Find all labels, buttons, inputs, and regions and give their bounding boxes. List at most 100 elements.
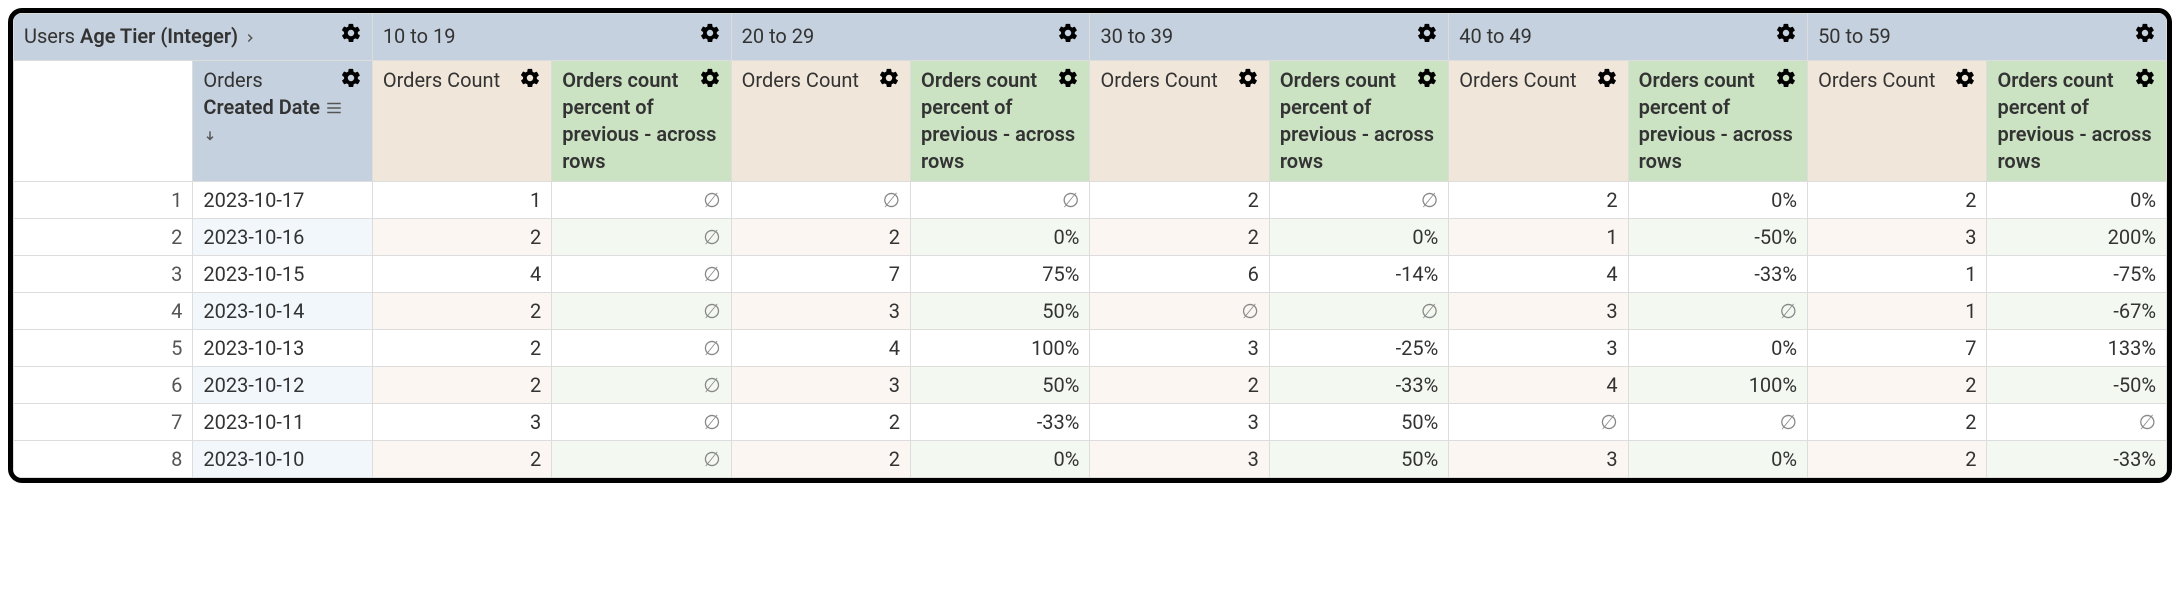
pct-cell[interactable]: -50%: [1628, 218, 1807, 255]
pivot-bucket-header-1[interactable]: 20 to 29: [731, 14, 1090, 61]
pct-cell[interactable]: 50%: [1269, 440, 1448, 477]
pct-cell[interactable]: -75%: [1987, 255, 2167, 292]
count-cell[interactable]: ∅: [731, 181, 910, 218]
gear-icon[interactable]: [340, 67, 362, 89]
date-cell[interactable]: 2023-10-15: [193, 255, 372, 292]
count-cell[interactable]: 3: [1808, 218, 1987, 255]
count-cell[interactable]: 2: [372, 329, 551, 366]
pct-cell[interactable]: 200%: [1987, 218, 2167, 255]
date-cell[interactable]: 2023-10-14: [193, 292, 372, 329]
pct-cell[interactable]: 0%: [911, 218, 1090, 255]
gear-icon[interactable]: [340, 22, 362, 44]
pct-cell[interactable]: ∅: [552, 440, 731, 477]
gear-icon[interactable]: [2134, 22, 2156, 44]
pct-cell[interactable]: 100%: [911, 329, 1090, 366]
pct-cell[interactable]: ∅: [911, 181, 1090, 218]
count-cell[interactable]: 2: [1449, 181, 1628, 218]
pct-cell[interactable]: 0%: [1628, 181, 1807, 218]
measure-pct-header-1[interactable]: Orders count percent of previous - acros…: [911, 60, 1090, 181]
pct-cell[interactable]: 50%: [911, 366, 1090, 403]
pct-cell[interactable]: ∅: [552, 218, 731, 255]
count-cell[interactable]: 2: [1808, 403, 1987, 440]
count-cell[interactable]: 2: [372, 292, 551, 329]
pct-cell[interactable]: ∅: [552, 255, 731, 292]
pct-cell[interactable]: ∅: [1628, 403, 1807, 440]
count-cell[interactable]: 6: [1090, 255, 1269, 292]
gear-icon[interactable]: [1775, 67, 1797, 89]
count-cell[interactable]: 4: [1449, 366, 1628, 403]
gear-icon[interactable]: [1954, 67, 1976, 89]
count-cell[interactable]: 2: [1808, 366, 1987, 403]
pct-cell[interactable]: 0%: [1269, 218, 1448, 255]
count-cell[interactable]: 3: [731, 292, 910, 329]
count-cell[interactable]: ∅: [1449, 403, 1628, 440]
gear-icon[interactable]: [1237, 67, 1259, 89]
date-cell[interactable]: 2023-10-11: [193, 403, 372, 440]
row-dimension-header[interactable]: Orders Created Date: [193, 60, 372, 181]
pct-cell[interactable]: ∅: [552, 366, 731, 403]
count-cell[interactable]: 2: [372, 218, 551, 255]
gear-icon[interactable]: [1775, 22, 1797, 44]
pct-cell[interactable]: ∅: [552, 292, 731, 329]
count-cell[interactable]: 2: [1808, 181, 1987, 218]
count-cell[interactable]: 2: [1090, 366, 1269, 403]
pct-cell[interactable]: ∅: [552, 329, 731, 366]
pct-cell[interactable]: -33%: [911, 403, 1090, 440]
gear-icon[interactable]: [1057, 67, 1079, 89]
pivot-bucket-header-2[interactable]: 30 to 39: [1090, 14, 1449, 61]
date-cell[interactable]: 2023-10-13: [193, 329, 372, 366]
pct-cell[interactable]: 0%: [1628, 440, 1807, 477]
count-cell[interactable]: 3: [1090, 440, 1269, 477]
chevron-right-icon[interactable]: [243, 24, 257, 52]
gear-icon[interactable]: [878, 67, 900, 89]
count-cell[interactable]: 2: [1808, 440, 1987, 477]
date-cell[interactable]: 2023-10-16: [193, 218, 372, 255]
count-cell[interactable]: 4: [1449, 255, 1628, 292]
count-cell[interactable]: 2: [372, 366, 551, 403]
count-cell[interactable]: 3: [1090, 403, 1269, 440]
count-cell[interactable]: 3: [1449, 329, 1628, 366]
pct-cell[interactable]: 0%: [1987, 181, 2167, 218]
measure-count-header-2[interactable]: Orders Count: [1090, 60, 1269, 181]
pct-cell[interactable]: -33%: [1269, 366, 1448, 403]
measure-pct-header-3[interactable]: Orders count percent of previous - acros…: [1628, 60, 1807, 181]
pct-cell[interactable]: 50%: [1269, 403, 1448, 440]
pct-cell[interactable]: -50%: [1987, 366, 2167, 403]
pivot-bucket-header-3[interactable]: 40 to 49: [1449, 14, 1808, 61]
count-cell[interactable]: 7: [1808, 329, 1987, 366]
pct-cell[interactable]: 100%: [1628, 366, 1807, 403]
measure-count-header-1[interactable]: Orders Count: [731, 60, 910, 181]
measure-pct-header-2[interactable]: Orders count percent of previous - acros…: [1269, 60, 1448, 181]
count-cell[interactable]: 3: [731, 366, 910, 403]
count-cell[interactable]: 3: [372, 403, 551, 440]
count-cell[interactable]: ∅: [1090, 292, 1269, 329]
gear-icon[interactable]: [519, 67, 541, 89]
pct-cell[interactable]: ∅: [552, 403, 731, 440]
measure-count-header-4[interactable]: Orders Count: [1808, 60, 1987, 181]
date-cell[interactable]: 2023-10-17: [193, 181, 372, 218]
count-cell[interactable]: 1: [372, 181, 551, 218]
count-cell[interactable]: 2: [731, 218, 910, 255]
pct-cell[interactable]: ∅: [1269, 292, 1448, 329]
pct-cell[interactable]: 133%: [1987, 329, 2167, 366]
count-cell[interactable]: 2: [731, 440, 910, 477]
count-cell[interactable]: 3: [1449, 440, 1628, 477]
pct-cell[interactable]: 75%: [911, 255, 1090, 292]
pivot-bucket-header-4[interactable]: 50 to 59: [1808, 14, 2167, 61]
pct-cell[interactable]: ∅: [1987, 403, 2167, 440]
pct-cell[interactable]: 0%: [911, 440, 1090, 477]
count-cell[interactable]: 1: [1808, 292, 1987, 329]
pct-cell[interactable]: 50%: [911, 292, 1090, 329]
count-cell[interactable]: 2: [1090, 181, 1269, 218]
pct-cell[interactable]: ∅: [1628, 292, 1807, 329]
pct-cell[interactable]: -33%: [1628, 255, 1807, 292]
count-cell[interactable]: 1: [1449, 218, 1628, 255]
pct-cell[interactable]: -33%: [1987, 440, 2167, 477]
pct-cell[interactable]: -67%: [1987, 292, 2167, 329]
gear-icon[interactable]: [1596, 67, 1618, 89]
gear-icon[interactable]: [1416, 67, 1438, 89]
pivot-icon[interactable]: [325, 95, 343, 122]
gear-icon[interactable]: [1416, 22, 1438, 44]
gear-icon[interactable]: [1057, 22, 1079, 44]
pct-cell[interactable]: -25%: [1269, 329, 1448, 366]
